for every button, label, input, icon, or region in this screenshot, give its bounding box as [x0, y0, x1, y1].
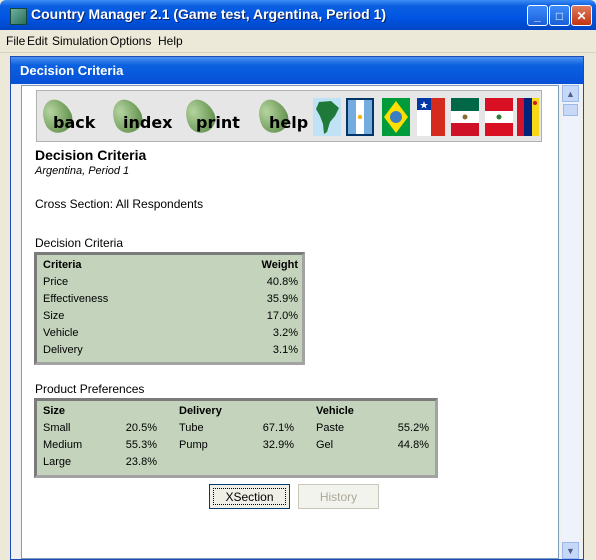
venezuela-flag-icon[interactable]	[517, 98, 545, 136]
table-row: Delivery 3.1%	[43, 344, 298, 358]
criteria-section-label: Decision Criteria	[35, 236, 124, 250]
size-col-header: Size	[43, 405, 66, 417]
criteria-col-header: Criteria	[43, 259, 82, 271]
vehicle-value: 55.2%	[397, 422, 429, 434]
vertical-scrollbar[interactable]: ▲ ▼	[562, 85, 579, 559]
scroll-down-icon[interactable]: ▼	[562, 542, 579, 559]
criteria-table: Criteria Weight Price 40.8% Effectivenes…	[34, 252, 305, 365]
scroll-thumb[interactable]	[563, 104, 578, 116]
weight-col-header: Weight	[261, 259, 298, 271]
menu-options[interactable]: Options	[110, 34, 151, 48]
help-label: help	[269, 113, 309, 132]
back-button[interactable]: back	[37, 94, 103, 138]
preferences-table: Size Small 20.5% Medium 55.3% Large 23.8…	[34, 398, 438, 478]
brazil-flag-icon[interactable]	[382, 98, 410, 136]
table-row: Vehicle 3.2%	[43, 327, 298, 341]
child-window-title: Decision Criteria	[20, 63, 124, 78]
help-button[interactable]: help	[253, 94, 319, 138]
delivery-value: 32.9%	[262, 439, 294, 451]
print-label: print	[196, 113, 240, 132]
vehicle-name: Paste	[316, 422, 345, 434]
size-value: 20.5%	[125, 422, 157, 434]
page-title: Decision Criteria	[35, 147, 147, 163]
menu-file[interactable]: File	[6, 34, 25, 48]
size-name: Large	[43, 456, 72, 468]
criteria-weight: 17.0%	[266, 310, 298, 322]
app-icon	[10, 8, 27, 25]
table-row: Size 17.0%	[43, 310, 298, 324]
window-title: Country Manager 2.1 (Game test, Argentin…	[31, 6, 387, 22]
criteria-header-row: Criteria Weight	[43, 259, 298, 273]
menu-simulation[interactable]: Simulation	[52, 34, 108, 48]
scroll-up-icon[interactable]: ▲	[562, 85, 579, 102]
index-label: index	[123, 113, 173, 132]
menu-bar: File Edit Simulation Options Help	[0, 30, 596, 53]
peru-flag-icon[interactable]	[485, 98, 513, 136]
delivery-col-header: Delivery	[179, 405, 222, 417]
criteria-weight: 3.1%	[272, 344, 298, 356]
criteria-name: Price	[43, 276, 69, 288]
delivery-name: Tube	[179, 422, 204, 434]
size-value: 23.8%	[125, 456, 157, 468]
size-name: Small	[43, 422, 71, 434]
criteria-name: Vehicle	[43, 327, 79, 339]
criteria-name: Delivery	[43, 344, 83, 356]
south-america-map-icon[interactable]	[313, 98, 341, 136]
preferences-section-label: Product Preferences	[35, 382, 145, 396]
vehicle-name: Gel	[316, 439, 334, 451]
xsection-button[interactable]: XSection	[209, 484, 290, 509]
criteria-name: Effectiveness	[43, 293, 109, 305]
menu-help[interactable]: Help	[158, 34, 183, 48]
content-area: back index print help Decision Criteria …	[21, 85, 559, 559]
child-title-bar: Decision Criteria	[11, 57, 583, 84]
maximize-button[interactable]: □	[549, 5, 570, 26]
vehicle-value: 44.8%	[397, 439, 429, 451]
criteria-name: Size	[43, 310, 65, 322]
close-button[interactable]: ✕	[571, 5, 592, 26]
history-button: History	[298, 484, 379, 509]
mexico-flag-icon[interactable]	[451, 98, 479, 136]
back-label: back	[53, 113, 96, 132]
title-bar: Country Manager 2.1 (Game test, Argentin…	[0, 0, 596, 30]
table-row: Price 40.8%	[43, 276, 298, 290]
index-button[interactable]: index	[107, 94, 173, 138]
table-row: Effectiveness 35.9%	[43, 293, 298, 307]
criteria-weight: 35.9%	[266, 293, 298, 305]
argentina-flag-icon[interactable]	[346, 98, 374, 136]
cross-section-label: Cross Section: All Respondents	[35, 197, 204, 211]
size-value: 55.3%	[125, 439, 157, 451]
vehicle-col-header: Vehicle	[316, 405, 354, 417]
delivery-value: 67.1%	[262, 422, 294, 434]
chile-flag-icon[interactable]	[417, 98, 445, 136]
nav-toolbar: back index print help	[36, 90, 542, 142]
print-button[interactable]: print	[180, 94, 246, 138]
menu-edit[interactable]: Edit	[27, 34, 48, 48]
minimize-button[interactable]: _	[527, 5, 548, 26]
decision-criteria-window: Decision Criteria back index print help	[10, 56, 584, 560]
criteria-weight: 3.2%	[272, 327, 298, 339]
delivery-name: Pump	[179, 439, 208, 451]
page-subtitle: Argentina, Period 1	[35, 165, 130, 177]
criteria-weight: 40.8%	[266, 276, 298, 288]
size-name: Medium	[43, 439, 83, 451]
